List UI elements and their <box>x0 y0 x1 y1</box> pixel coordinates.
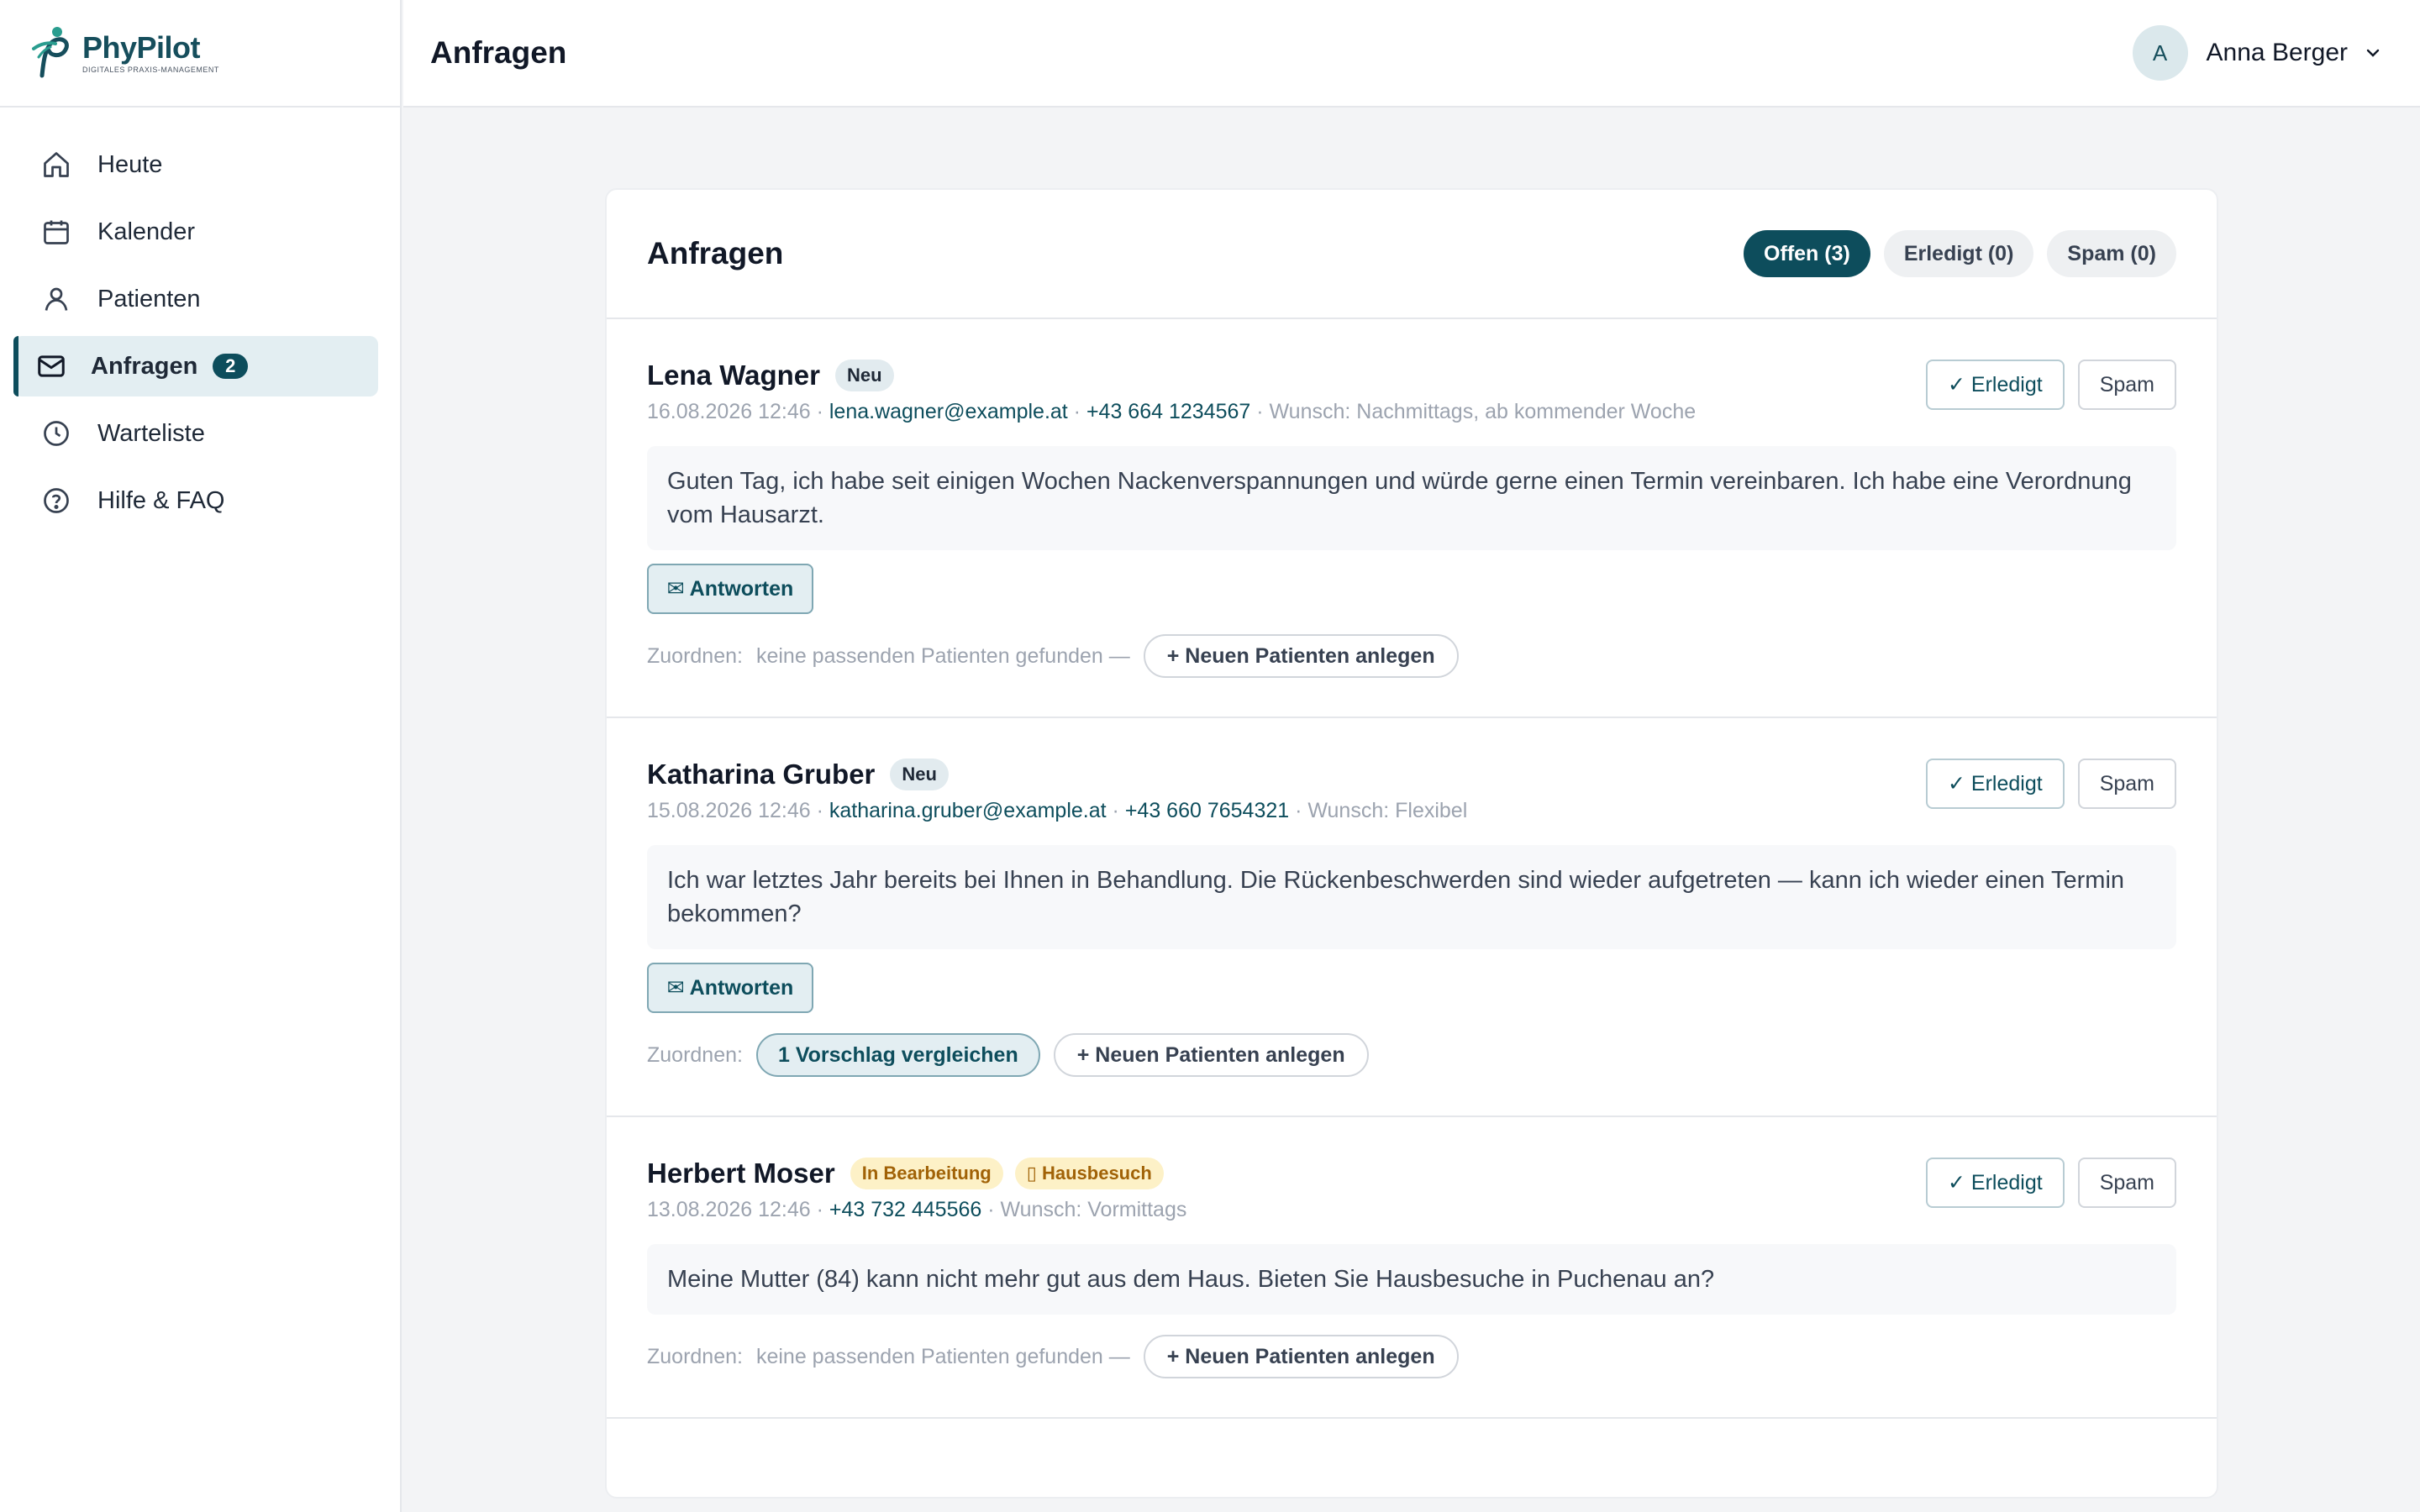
request-meta: 13.08.2026 12:46 · +43 732 445566 · Wuns… <box>647 1198 1187 1221</box>
new-patient-button[interactable]: + Neuen Patienten anlegen <box>1053 1033 1369 1077</box>
sidebar-item-anfragen[interactable]: Anfragen 2 <box>13 336 378 396</box>
anfragen-count-badge: 2 <box>213 354 249 379</box>
logo-tagline: DIGITALES PRAXIS-MANAGEMENT <box>82 66 219 74</box>
request-name: Katharina Gruber <box>647 759 876 790</box>
filter-open[interactable]: Offen (3) <box>1744 230 1870 277</box>
sidebar-item-label: Anfragen <box>91 352 198 380</box>
clock-icon <box>40 417 72 449</box>
sidebar-item-patienten[interactable]: Patienten <box>13 269 378 329</box>
request-message: Meine Mutter (84) kann nicht mehr gut au… <box>647 1244 2176 1315</box>
status-filters: Offen (3) Erledigt (0) Spam (0) <box>1744 230 2176 277</box>
spam-button[interactable]: Spam <box>2077 1158 2176 1208</box>
spam-button[interactable]: Spam <box>2077 360 2176 410</box>
reply-button[interactable]: ✉ Antworten <box>647 963 813 1013</box>
new-patient-button[interactable]: + Neuen Patienten anlegen <box>1143 1335 1459 1378</box>
logo-icon <box>32 27 69 78</box>
top-bar: Anfragen A Anna Berger <box>403 0 2420 108</box>
no-match-text: keine passenden Patienten gefunden — <box>755 1344 1130 1368</box>
request-item: Herbert Moser In Bearbeitung ▯ Hausbesuc… <box>607 1117 2217 1419</box>
calendar-icon <box>40 216 72 248</box>
request-name: Herbert Moser <box>647 1158 835 1189</box>
reply-button[interactable]: ✉ Antworten <box>647 564 813 614</box>
status-badge: Neu <box>890 759 949 790</box>
request-wish: Wunsch: Nachmittags, ab kommender Woche <box>1269 400 1697 423</box>
compare-suggestion-button[interactable]: 1 Vorschlag vergleichen <box>755 1033 1040 1077</box>
logo[interactable]: PhyPilot DIGITALES PRAXIS-MANAGEMENT <box>0 0 400 108</box>
request-name: Lena Wagner <box>647 360 820 391</box>
mark-done-button[interactable]: ✓ Erledigt <box>1926 1158 2065 1208</box>
sidebar-item-kalender[interactable]: Kalender <box>13 202 378 262</box>
card-header: Anfragen Offen (3) Erledigt (0) Spam (0) <box>607 190 2217 319</box>
sidebar-item-label: Kalender <box>97 218 196 245</box>
sidebar-item-hilfe[interactable]: Hilfe & FAQ <box>13 470 378 531</box>
request-wish: Wunsch: Flexibel <box>1307 799 1468 822</box>
assign-row: Zuordnen: 1 Vorschlag vergleichen + Neue… <box>647 1033 2176 1116</box>
request-date: 15.08.2026 12:46 <box>647 799 811 822</box>
spam-button[interactable]: Spam <box>2077 759 2176 809</box>
home-icon <box>40 149 72 181</box>
request-meta: 15.08.2026 12:46 · katharina.gruber@exam… <box>647 799 1468 822</box>
sidebar-nav: Heute Kalender Patienten Anfragen 2 Wart… <box>0 108 400 531</box>
request-item: Katharina Gruber Neu 15.08.2026 12:46 · … <box>607 718 2217 1117</box>
card-title: Anfragen <box>647 236 784 270</box>
sidebar-item-label: Hilfe & FAQ <box>97 486 225 514</box>
person-icon <box>40 283 72 315</box>
sidebar-item-label: Heute <box>97 150 163 178</box>
request-phone[interactable]: +43 660 7654321 <box>1125 799 1289 822</box>
request-message: Ich war letztes Jahr bereits bei Ihnen i… <box>647 845 2176 949</box>
request-item: Lena Wagner Neu 16.08.2026 12:46 · lena.… <box>607 319 2217 718</box>
user-menu[interactable]: A Anna Berger <box>2132 25 2383 81</box>
assign-label: Zuordnen: <box>647 643 743 668</box>
request-date: 13.08.2026 12:46 <box>647 1198 811 1221</box>
mark-done-button[interactable]: ✓ Erledigt <box>1926 759 2065 809</box>
requests-card: Anfragen Offen (3) Erledigt (0) Spam (0)… <box>605 188 2218 1499</box>
request-phone[interactable]: +43 732 445566 <box>829 1198 981 1221</box>
sidebar-item-warteliste[interactable]: Warteliste <box>13 403 378 464</box>
help-icon <box>40 485 72 517</box>
request-wish: Wunsch: Vormittags <box>1000 1198 1187 1221</box>
avatar: A <box>2132 25 2188 81</box>
filter-done[interactable]: Erledigt (0) <box>1883 230 2034 277</box>
assign-row: Zuordnen: keine passenden Patienten gefu… <box>647 1335 2176 1417</box>
request-email[interactable]: katharina.gruber@example.at <box>829 799 1107 822</box>
assign-row: Zuordnen: keine passenden Patienten gefu… <box>647 634 2176 717</box>
assign-label: Zuordnen: <box>647 1344 743 1368</box>
assign-label: Zuordnen: <box>647 1042 743 1067</box>
sidebar: PhyPilot DIGITALES PRAXIS-MANAGEMENT Heu… <box>0 0 402 1512</box>
sidebar-item-heute[interactable]: Heute <box>13 134 378 195</box>
filter-spam[interactable]: Spam (0) <box>2047 230 2176 277</box>
no-match-text: keine passenden Patienten gefunden — <box>755 643 1130 668</box>
user-name: Anna Berger <box>2206 39 2348 66</box>
chevron-down-icon <box>2366 49 2380 57</box>
request-date: 16.08.2026 12:46 <box>647 400 811 423</box>
request-email[interactable]: lena.wagner@example.at <box>829 400 1068 423</box>
request-phone[interactable]: +43 664 1234567 <box>1086 400 1250 423</box>
request-meta: 16.08.2026 12:46 · lena.wagner@example.a… <box>647 400 1697 423</box>
mail-icon <box>35 350 67 382</box>
logo-name: PhyPilot <box>82 30 201 65</box>
status-badge: Neu <box>834 360 894 391</box>
request-message: Guten Tag, ich habe seit einigen Wochen … <box>647 446 2176 550</box>
sidebar-item-label: Warteliste <box>97 419 205 447</box>
page-title: Anfragen <box>430 35 567 70</box>
mark-done-button[interactable]: ✓ Erledigt <box>1926 360 2065 410</box>
new-patient-button[interactable]: + Neuen Patienten anlegen <box>1143 634 1459 678</box>
house-visit-badge: ▯ Hausbesuch <box>1014 1158 1164 1189</box>
status-badge: In Bearbeitung <box>850 1158 1003 1189</box>
sidebar-item-label: Patienten <box>97 285 201 312</box>
